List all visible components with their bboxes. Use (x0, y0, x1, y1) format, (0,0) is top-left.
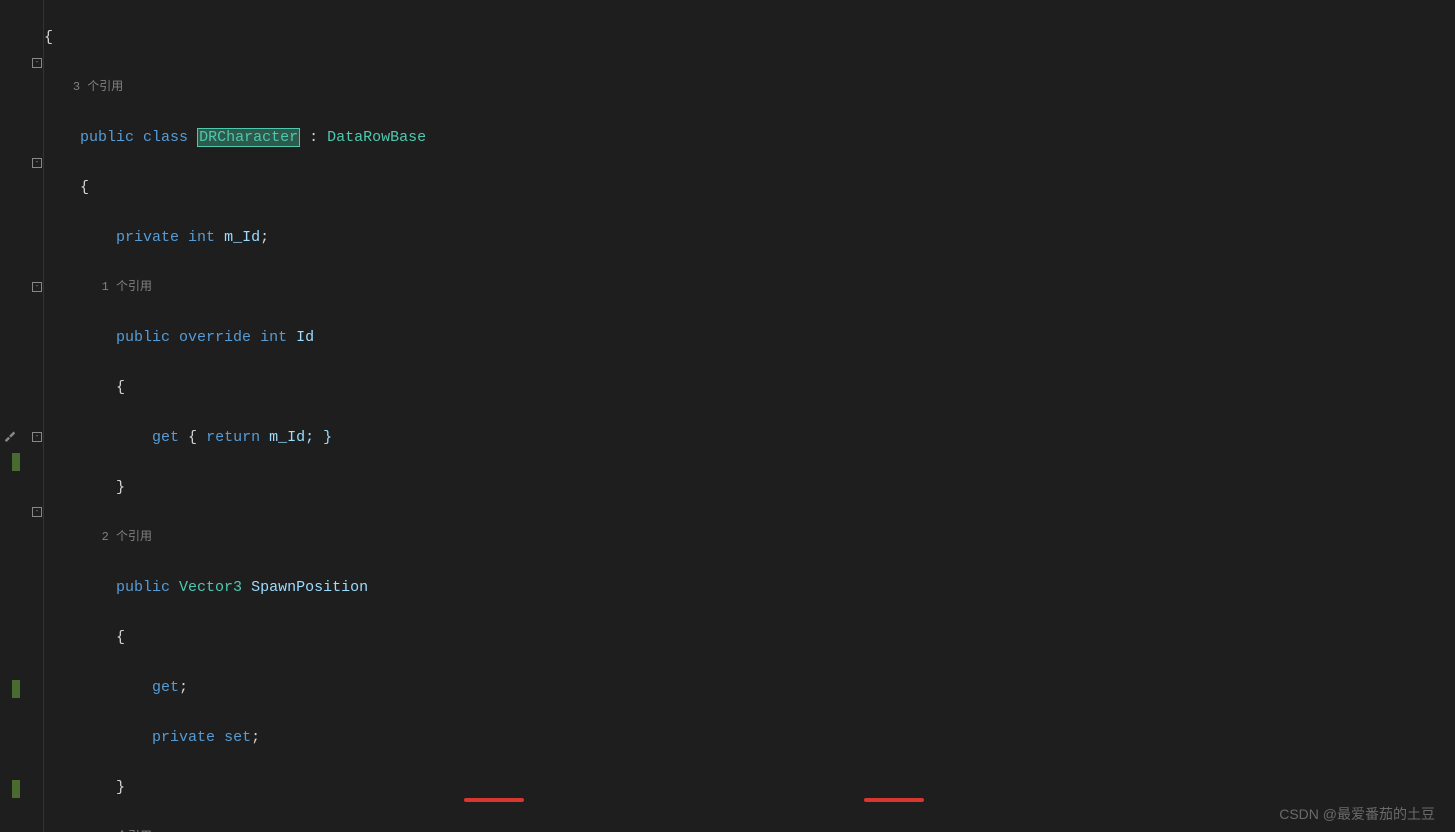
annotation-underline (464, 798, 524, 802)
change-marker (12, 780, 20, 798)
screwdriver-icon[interactable] (3, 428, 17, 442)
annotation-underline (864, 798, 924, 802)
code-line[interactable]: { (44, 375, 1455, 400)
code-line[interactable]: { (44, 25, 1455, 50)
code-line[interactable]: private set; (44, 725, 1455, 750)
fold-marker-icon[interactable]: - (32, 158, 42, 168)
codelens[interactable]: 1 个引用 (44, 825, 1455, 832)
fold-marker-icon[interactable]: - (32, 282, 42, 292)
change-marker (12, 680, 20, 698)
watermark: CSDN @最爱番茄的土豆 (1279, 802, 1435, 827)
code-line[interactable]: } (44, 775, 1455, 800)
code-line[interactable]: } (44, 475, 1455, 500)
highlighted-symbol: DRCharacter (197, 128, 300, 147)
fold-marker-icon[interactable]: - (32, 507, 42, 517)
code-line[interactable]: private int m_Id; (44, 225, 1455, 250)
code-editor[interactable]: - - - - - { 3 个引用 public class DRCharact… (0, 0, 1455, 832)
code-line[interactable]: { (44, 175, 1455, 200)
codelens[interactable]: 3 个引用 (44, 75, 1455, 100)
fold-marker-icon[interactable]: - (32, 432, 42, 442)
gutter: - - - - - (0, 0, 44, 832)
code-line[interactable]: get { return m_Id; } (44, 425, 1455, 450)
codelens[interactable]: 2 个引用 (44, 525, 1455, 550)
codelens[interactable]: 1 个引用 (44, 275, 1455, 300)
code-line[interactable]: public override int Id (44, 325, 1455, 350)
code-line[interactable]: get; (44, 675, 1455, 700)
change-marker (12, 453, 20, 471)
fold-marker-icon[interactable]: - (32, 58, 42, 68)
code-content[interactable]: { 3 个引用 public class DRCharacter : DataR… (44, 0, 1455, 832)
code-line[interactable]: public Vector3 SpawnPosition (44, 575, 1455, 600)
code-line[interactable]: { (44, 625, 1455, 650)
code-line[interactable]: public class DRCharacter : DataRowBase (44, 125, 1455, 150)
